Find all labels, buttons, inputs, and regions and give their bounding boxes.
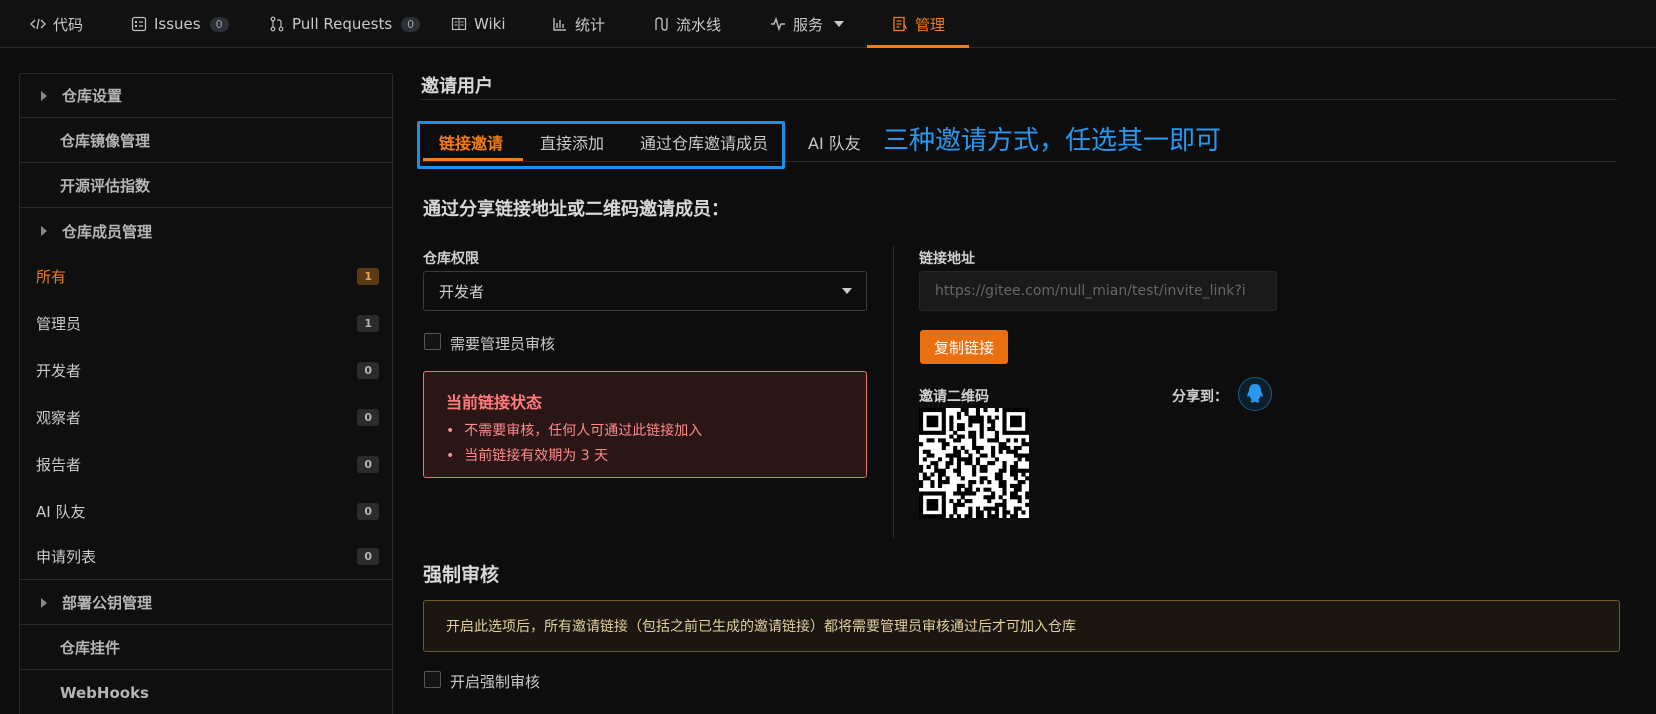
caret-right-icon [41,226,47,236]
nav-tab-code[interactable]: 代码 [30,0,83,48]
count-badge: 0 [357,408,379,426]
copy-link-button[interactable]: 复制链接 [920,330,1008,364]
count-badge: 1 [357,314,379,332]
force-review-label: 开启强制审核 [450,673,541,691]
nav-tab-services[interactable]: 服务 [770,0,845,48]
share-to-label: 分享到： [1172,389,1228,405]
sidebar-item-ai-teammates[interactable]: AI 队友 0 [20,488,392,534]
nav-count-badge: 0 [209,16,229,32]
nav-label: 代码 [53,15,84,34]
sidebar-item-mirror[interactable]: 仓库镜像管理 [20,119,392,163]
qr-code-label: 邀请二维码 [919,389,989,405]
nav-label: Issues [154,15,201,33]
nav-count-badge: 0 [401,16,421,32]
nav-label: Pull Requests [292,15,393,33]
sidebar-item-label: 报告者 [36,455,82,474]
sidebar-item-oss-index[interactable]: 开源评估指数 [20,164,392,208]
pulse-icon [770,16,786,32]
require-review-label: 需要管理员审核 [450,335,556,353]
sidebar-item-admins[interactable]: 管理员 1 [20,300,392,346]
sidebar-item-label: 仓库镜像管理 [60,132,151,150]
issues-icon [131,16,147,32]
invite-link-field[interactable]: https://gitee.com/null_mian/test/invite_… [919,271,1277,311]
sidebar-item-observers[interactable]: 观察者 0 [20,394,392,440]
nav-label: 统计 [575,15,606,34]
chevron-down-icon [834,21,845,27]
sidebar-item-label: AI 队友 [36,502,86,521]
sidebar-item-label: 部署公钥管理 [62,594,153,612]
column-divider [893,246,894,538]
sidebar-group-repo-settings[interactable]: 仓库设置 [20,74,392,118]
force-review-notice-text: 开启此选项后，所有邀请链接（包括之前已生成的邀请链接）都将需要管理员审核通过后才… [446,619,1076,635]
permission-select-value: 开发者 [439,282,485,301]
sidebar-group-deploy-keys[interactable]: 部署公钥管理 [20,581,392,625]
nav-label: Wiki [474,15,506,33]
require-review-checkbox[interactable] [424,333,441,350]
sidebar-item-label: 开发者 [36,361,82,380]
nav-tab-stats[interactable]: 统计 [552,0,605,48]
pipeline-icon [653,16,669,32]
sidebar-item-label: 申请列表 [36,548,97,566]
nav-tab-pipeline[interactable]: 流水线 [653,0,721,48]
annotation-text: 三种邀请方式，任选其一即可 [883,126,1222,156]
page-title: 邀请用户 [421,76,493,97]
nav-label: 流水线 [676,15,722,34]
settings-sidebar: 仓库设置 仓库镜像管理 开源评估指数 仓库成员管理 所有 1 管理员 1 开发者… [19,73,393,714]
permission-label: 仓库权限 [423,251,479,267]
link-status-item: 当前链接有效期为 3 天 [446,445,608,465]
sidebar-item-widgets[interactable]: 仓库挂件 [20,626,392,670]
force-review-notice: 开启此选项后，所有邀请链接（包括之前已生成的邀请链接）都将需要管理员审核通过后才… [423,600,1620,652]
sidebar-item-label: 观察者 [36,408,82,427]
wiki-icon [451,16,467,32]
sidebar-item-label: 仓库挂件 [60,639,121,657]
nav-label: 服务 [793,15,824,34]
sidebar-item-reporters[interactable]: 报告者 0 [20,441,392,487]
active-tab-indicator [867,45,969,48]
sidebar-item-all[interactable]: 所有 1 [20,253,392,299]
count-badge: 0 [357,502,379,520]
count-badge: 1 [357,267,379,285]
count-badge: 0 [357,455,379,473]
sidebar-item-developers[interactable]: 开发者 0 [20,347,392,393]
chart-icon [552,16,568,32]
nav-tab-pull-requests[interactable]: Pull Requests 0 [269,0,421,48]
invite-qr-code [919,408,1030,519]
sidebar-item-webhooks[interactable]: WebHooks [20,671,392,714]
nav-tab-issues[interactable]: Issues 0 [131,0,229,48]
top-navigation: 代码 Issues 0 Pull Requests 0 Wiki 统计 流水线 [0,0,1656,48]
link-address-label: 链接地址 [919,251,975,267]
force-review-title: 强制审核 [423,564,500,586]
caret-right-icon [41,597,47,608]
invite-subheading: 通过分享链接地址或二维码邀请成员： [423,199,729,220]
pull-request-icon [269,16,285,32]
force-review-checkbox[interactable] [424,671,441,688]
sidebar-item-label: 仓库成员管理 [62,222,153,241]
link-status-panel: 当前链接状态 不需要审核，任何人可通过此链接加入 当前链接有效期为 3 天 [423,371,867,478]
nav-label: 管理 [915,15,946,34]
sidebar-item-label: 管理员 [36,314,82,333]
link-status-title: 当前链接状态 [446,393,543,412]
permission-select[interactable]: 开发者 [423,271,867,311]
link-status-item: 不需要审核，任何人可通过此链接加入 [446,420,702,440]
tab-ai-teammate[interactable]: AI 队友 [808,130,861,154]
divider [421,99,1617,100]
sidebar-item-label: 开源评估指数 [60,177,151,195]
sidebar-item-label: 仓库设置 [62,87,123,105]
nav-tab-wiki[interactable]: Wiki [451,0,506,48]
dropdown-arrow-icon [842,288,852,294]
annotation-highlight-box [417,121,785,169]
qq-share-icon[interactable] [1238,377,1272,411]
sidebar-group-members[interactable]: 仓库成员管理 [20,209,392,253]
sidebar-item-label: 所有 [36,267,67,286]
count-badge: 0 [357,548,379,565]
sidebar-item-label: WebHooks [60,684,149,702]
nav-tab-manage[interactable]: 管理 [892,0,945,48]
caret-right-icon [41,90,47,101]
sidebar-item-applications[interactable]: 申请列表 0 [20,534,392,580]
count-badge: 0 [357,361,379,379]
manage-icon [892,16,908,32]
code-icon [30,16,46,32]
